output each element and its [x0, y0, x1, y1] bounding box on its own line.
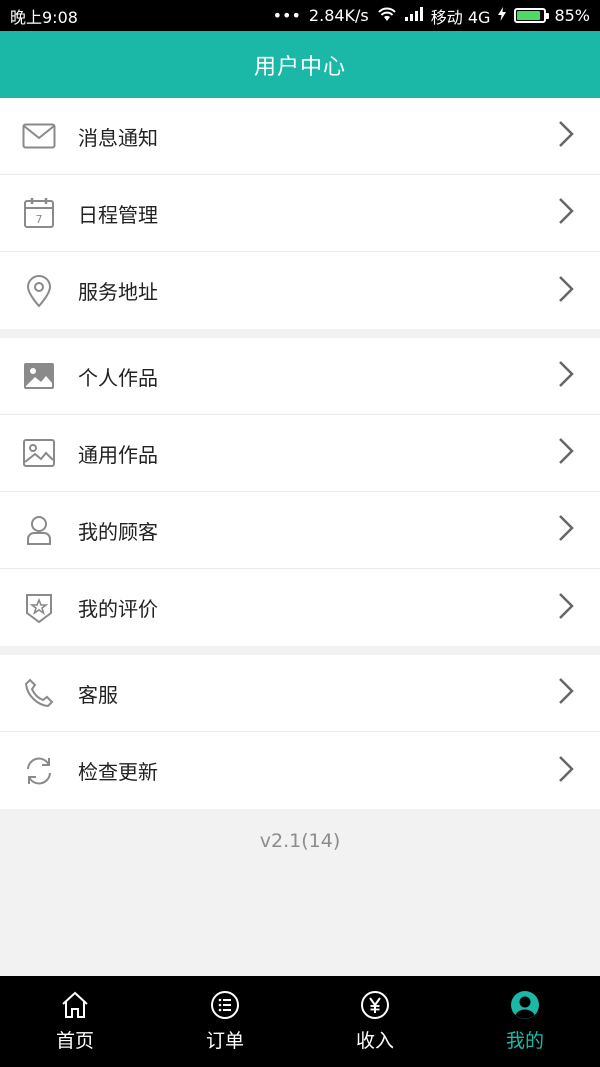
- battery-percent: 85%: [554, 6, 590, 25]
- menu-item-my-reviews[interactable]: 我的评价: [0, 569, 600, 646]
- svg-text:7: 7: [36, 213, 43, 226]
- menu-item-schedule[interactable]: 7 日程管理: [0, 175, 600, 252]
- charging-icon: [498, 6, 507, 25]
- menu-item-label: 服务地址: [78, 280, 158, 304]
- home-icon: [62, 991, 88, 1018]
- list-icon: [211, 991, 239, 1019]
- menu-item-messages[interactable]: 消息通知: [0, 98, 600, 175]
- phone-icon: [22, 676, 56, 710]
- status-dots: •••: [272, 6, 301, 25]
- app-version: v2.1(14): [259, 830, 341, 852]
- chevron-right-icon: [558, 514, 574, 546]
- menu-item-check-update[interactable]: 检查更新: [0, 732, 600, 809]
- menu-item-label: 消息通知: [78, 125, 158, 150]
- network-speed: 2.84K/s: [308, 6, 369, 25]
- menu-item-customer-service[interactable]: 客服: [0, 655, 600, 732]
- status-bar: 晚上9:08 ••• 2.84K/s 移动 4G 85%: [0, 0, 600, 31]
- menu-item-label: 通用作品: [78, 442, 158, 467]
- chevron-right-icon: [558, 755, 574, 787]
- menu-group-1: 消息通知 7 日程管理 服务地址: [0, 98, 600, 329]
- location-pin-icon: [22, 274, 56, 308]
- tab-profile[interactable]: 我的: [450, 976, 600, 1067]
- image-filled-icon: [22, 359, 56, 393]
- chevron-right-icon: [558, 437, 574, 469]
- chevron-right-icon: [558, 197, 574, 229]
- menu-item-label: 客服: [78, 682, 118, 707]
- menu-item-my-customers[interactable]: 我的顾客: [0, 492, 600, 569]
- image-outline-icon: [22, 436, 56, 470]
- menu-item-label: 我的顾客: [78, 519, 158, 544]
- battery-fill: [517, 11, 540, 20]
- tab-home[interactable]: 首页: [0, 976, 150, 1067]
- menu-item-label: 个人作品: [78, 365, 158, 390]
- tab-orders[interactable]: 订单: [150, 976, 300, 1067]
- tab-income[interactable]: 收入: [300, 976, 450, 1067]
- person-icon: [22, 513, 56, 547]
- menu-item-label: 日程管理: [78, 202, 158, 227]
- profile-icon: [511, 991, 539, 1019]
- menu-item-personal-works[interactable]: 个人作品: [0, 338, 600, 415]
- page-title: 用户中心: [253, 54, 346, 80]
- menu-group-3: 客服 检查更新: [0, 655, 600, 809]
- app-header: 用户中心: [0, 31, 600, 98]
- star-shield-icon: [22, 591, 56, 625]
- calendar-icon: 7: [22, 196, 56, 230]
- battery-icon: [514, 8, 550, 23]
- signal-icon: [404, 6, 423, 25]
- menu-item-label: 我的评价: [78, 597, 158, 621]
- bottom-tab-bar: 首页 订单 收入 我的: [0, 976, 600, 1067]
- wifi-icon: [377, 6, 397, 26]
- tab-label: 订单: [205, 1030, 244, 1052]
- tab-label: 收入: [355, 1030, 394, 1052]
- envelope-icon: [22, 119, 56, 153]
- menu-item-service-address[interactable]: 服务地址: [0, 252, 600, 329]
- tab-label: 我的: [505, 1030, 544, 1052]
- yen-icon: [361, 991, 389, 1019]
- chevron-right-icon: [558, 275, 574, 307]
- menu-group-2: 个人作品 通用作品 我的顾客 我的评价: [0, 338, 600, 646]
- menu-item-label: 检查更新: [78, 760, 158, 784]
- refresh-icon: [22, 754, 56, 788]
- chevron-right-icon: [558, 592, 574, 624]
- status-time: 晚上9:08: [10, 7, 78, 27]
- chevron-right-icon: [558, 677, 574, 709]
- chevron-right-icon: [558, 120, 574, 152]
- chevron-right-icon: [558, 360, 574, 392]
- menu-item-common-works[interactable]: 通用作品: [0, 415, 600, 492]
- tab-label: 首页: [55, 1030, 94, 1052]
- carrier-label: 移动 4G: [430, 7, 491, 27]
